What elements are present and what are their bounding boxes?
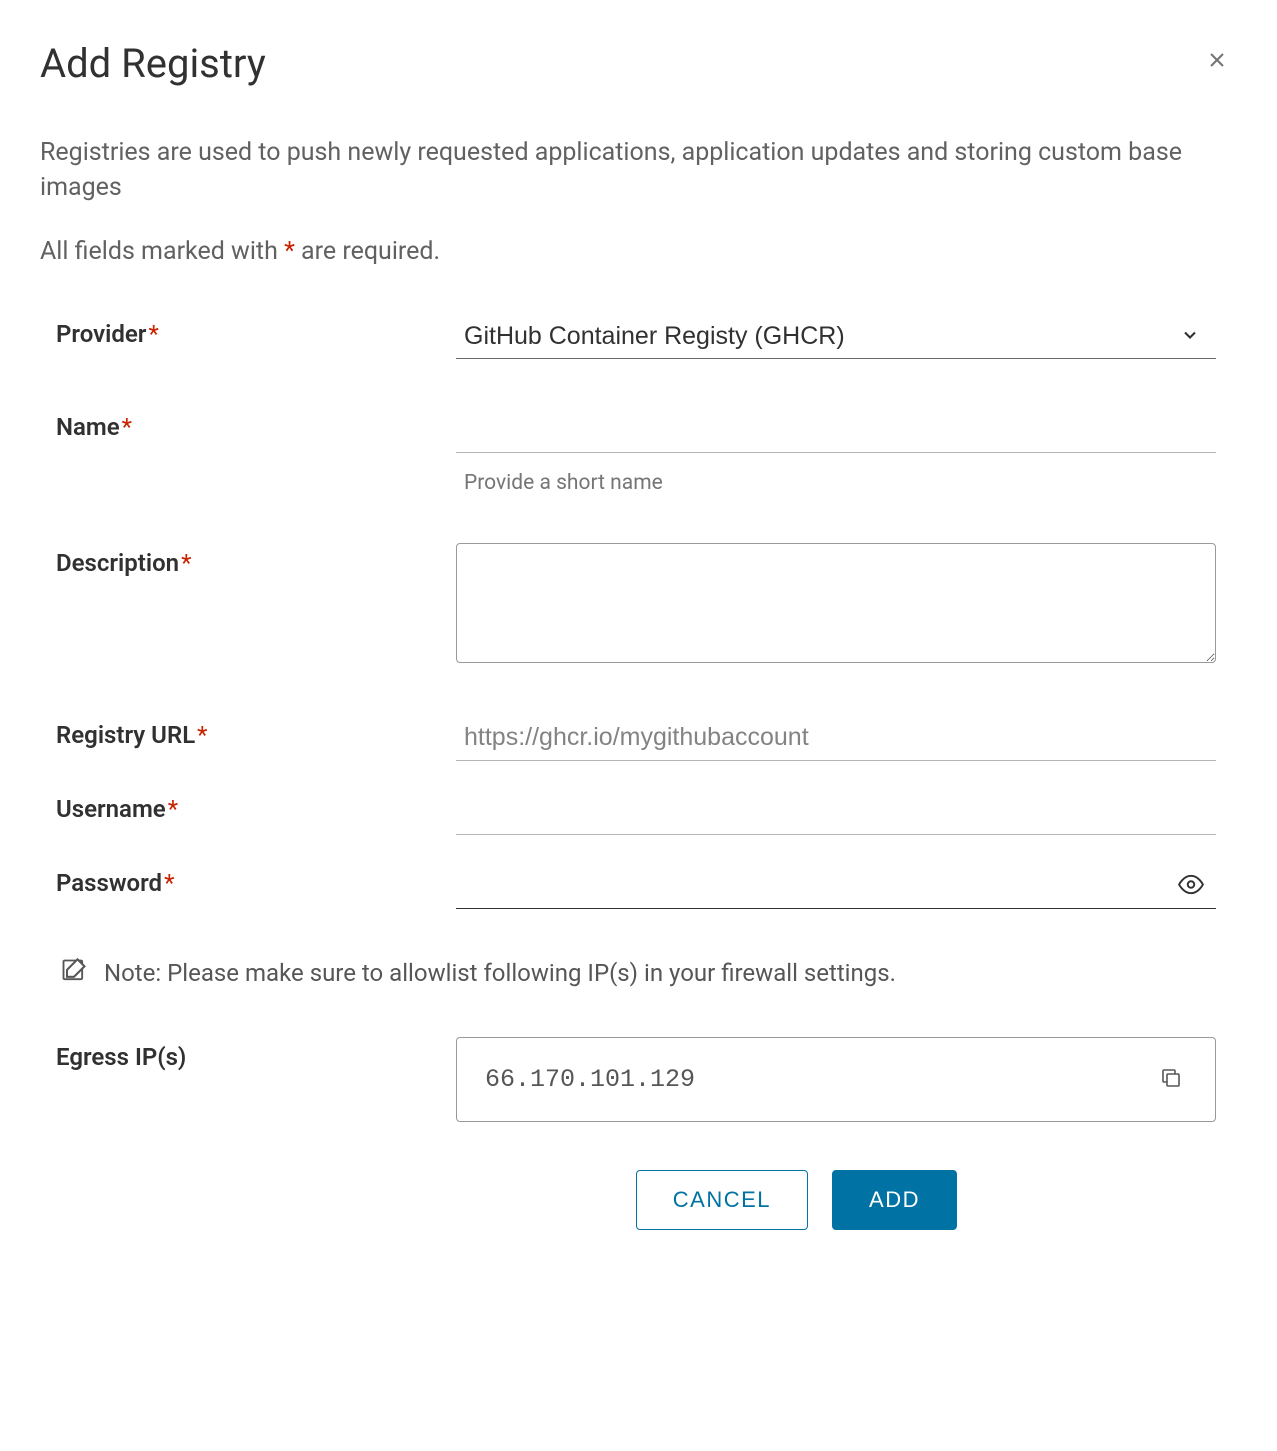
- username-label-text: Username: [56, 795, 166, 823]
- username-label: Username*: [56, 789, 456, 823]
- required-note-suffix: are required.: [295, 237, 440, 266]
- name-input[interactable]: [456, 407, 1216, 453]
- required-marker: *: [181, 549, 191, 577]
- required-marker: *: [122, 413, 132, 441]
- show-password-button[interactable]: [1174, 868, 1208, 905]
- egress-ip-value: 66.170.101.129: [485, 1065, 695, 1094]
- close-icon: [1205, 48, 1229, 75]
- eye-icon: [1178, 886, 1204, 901]
- required-asterisk: *: [284, 237, 295, 266]
- required-marker: *: [164, 869, 174, 897]
- registry-url-label-text: Registry URL: [56, 721, 195, 749]
- name-hint: Provide a short name: [456, 471, 1216, 495]
- description-label-text: Description: [56, 549, 179, 577]
- username-input[interactable]: [456, 789, 1216, 835]
- copy-button[interactable]: [1155, 1062, 1187, 1097]
- egress-label-text: Egress IP(s): [56, 1043, 186, 1071]
- registry-url-label: Registry URL*: [56, 715, 456, 749]
- cancel-button[interactable]: CANCEL: [636, 1170, 808, 1230]
- add-button[interactable]: ADD: [832, 1170, 957, 1230]
- required-note-prefix: All fields marked with: [40, 237, 284, 266]
- description-textarea[interactable]: [456, 543, 1216, 663]
- egress-ip-box: 66.170.101.129: [456, 1037, 1216, 1122]
- copy-icon: [1159, 1078, 1183, 1093]
- required-note: All fields marked with * are required.: [40, 237, 1237, 266]
- password-input[interactable]: [456, 863, 1216, 909]
- description-label: Description*: [56, 543, 456, 577]
- provider-label-text: Provider: [56, 320, 146, 348]
- password-label: Password*: [56, 863, 456, 897]
- page-title: Add Registry: [40, 40, 266, 87]
- registry-url-input[interactable]: [456, 715, 1216, 761]
- password-label-text: Password: [56, 869, 162, 897]
- allowlist-note: Note: Please make sure to allowlist foll…: [104, 959, 896, 987]
- required-marker: *: [168, 795, 178, 823]
- intro-description: Registries are used to push newly reques…: [40, 135, 1237, 205]
- provider-select[interactable]: GitHub Container Registy (GHCR): [456, 314, 1216, 359]
- name-label: Name*: [56, 407, 456, 441]
- required-marker: *: [197, 721, 207, 749]
- provider-label: Provider*: [56, 314, 456, 348]
- egress-label: Egress IP(s): [56, 1037, 456, 1071]
- required-marker: *: [148, 320, 158, 348]
- close-button[interactable]: [1197, 40, 1237, 83]
- name-label-text: Name: [56, 413, 120, 441]
- note-icon: [60, 957, 88, 989]
